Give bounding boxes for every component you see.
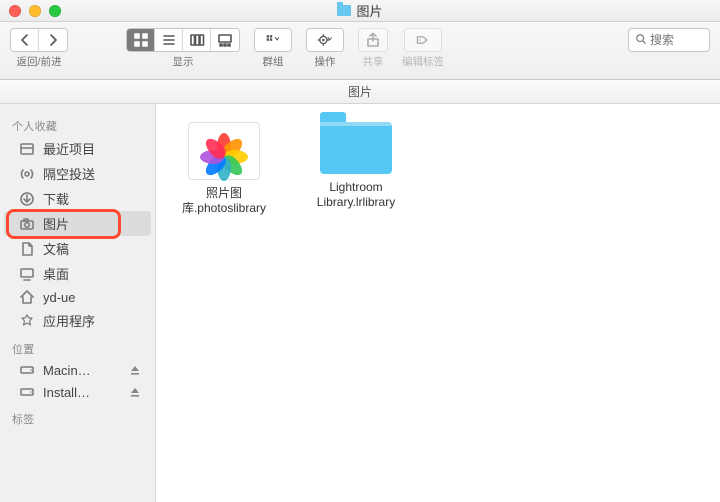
view-group: 显示 (126, 28, 240, 69)
sidebar-item-applications[interactable]: 应用程序 (4, 308, 151, 333)
nav-group: 返回/前进 (10, 28, 68, 69)
sidebar-item-label: 隔空投送 (43, 164, 95, 183)
window-title: 图片 (0, 1, 720, 20)
forward-button[interactable] (39, 29, 67, 51)
downloads-icon (18, 191, 36, 207)
desktop-icon (18, 266, 36, 282)
folder-icon (320, 122, 392, 174)
search-col: . (628, 28, 710, 66)
sidebar-item-pictures[interactable]: 图片 (4, 211, 151, 236)
disk-icon (18, 384, 36, 400)
search-input[interactable] (650, 33, 703, 47)
sidebar-item-desktop[interactable]: 桌面 (4, 261, 151, 286)
share-button[interactable] (359, 29, 387, 51)
search-field[interactable] (628, 28, 710, 52)
content-area[interactable]: 照片图 库.photoslibrary Lightroom Library.lr… (156, 104, 720, 502)
sidebar-header-locations: 位置 (0, 333, 155, 359)
sidebar-item-airdrop[interactable]: 隔空投送 (4, 161, 151, 186)
sidebar-item-label: Install… (43, 385, 90, 400)
sidebar-header-tags: 标签 (0, 403, 155, 429)
file-name: Lightroom Library.lrlibrary (296, 180, 416, 210)
sidebar-item-label: 桌面 (43, 264, 69, 283)
sidebar-item-label: 下载 (43, 189, 69, 208)
sidebar-item-disk-1[interactable]: Install… (4, 381, 151, 403)
path-text: 图片 (348, 83, 372, 100)
action-button[interactable] (307, 29, 343, 51)
applications-icon (18, 313, 36, 329)
toolbar: 返回/前进 显示 群组 操作 共享 编辑标签 (0, 22, 720, 80)
documents-icon (18, 241, 36, 257)
nav-label: 返回/前进 (17, 54, 62, 69)
sidebar-item-recents[interactable]: 最近项目 (4, 136, 151, 161)
sidebar-item-label: 最近项目 (43, 139, 95, 158)
back-button[interactable] (11, 29, 39, 51)
sidebar-item-disk-0[interactable]: Macin… (4, 359, 151, 381)
search-icon (635, 33, 647, 48)
photoslibrary-icon (188, 122, 260, 180)
file-item-photoslibrary[interactable]: 照片图 库.photoslibrary (172, 122, 276, 216)
body: 个人收藏 最近项目 隔空投送 下载 图片 文稿 (0, 104, 720, 502)
gallery-view-button[interactable] (211, 29, 239, 51)
sidebar-item-label: yd-ue (43, 290, 76, 305)
recents-icon (18, 141, 36, 157)
tags-label: 编辑标签 (402, 54, 444, 69)
group-col: 群组 (254, 28, 292, 69)
sidebar-item-label: 应用程序 (43, 311, 95, 330)
folder-icon (337, 5, 351, 16)
sidebar-item-downloads[interactable]: 下载 (4, 186, 151, 211)
file-item-lightroom[interactable]: Lightroom Library.lrlibrary (304, 122, 408, 210)
action-col: 操作 (306, 28, 344, 69)
titlebar: 图片 (0, 0, 720, 22)
list-view-button[interactable] (155, 29, 183, 51)
sidebar-header-favorites: 个人收藏 (0, 110, 155, 136)
group-button[interactable] (255, 29, 291, 51)
path-bar: 图片 (0, 80, 720, 104)
finder-window: 图片 返回/前进 显示 群组 操作 (0, 0, 720, 502)
camera-icon (18, 216, 36, 232)
sidebar-item-documents[interactable]: 文稿 (4, 236, 151, 261)
icon-view-button[interactable] (127, 29, 155, 51)
disk-icon (18, 362, 36, 378)
view-label: 显示 (173, 54, 194, 69)
eject-icon[interactable] (129, 364, 141, 376)
sidebar-item-home[interactable]: yd-ue (4, 286, 151, 308)
action-label: 操作 (315, 54, 336, 69)
eject-icon[interactable] (129, 386, 141, 398)
column-view-button[interactable] (183, 29, 211, 51)
sidebar-item-label: 图片 (43, 214, 69, 233)
window-title-text: 图片 (356, 1, 382, 20)
file-name: 照片图 库.photoslibrary (164, 186, 284, 216)
sidebar-item-label: 文稿 (43, 239, 69, 258)
tags-col: 编辑标签 (402, 28, 444, 69)
group-label: 群组 (263, 54, 284, 69)
home-icon (18, 289, 36, 305)
share-label: 共享 (363, 54, 384, 69)
sidebar-item-label: Macin… (43, 363, 91, 378)
tags-button[interactable] (405, 29, 441, 51)
sidebar: 个人收藏 最近项目 隔空投送 下载 图片 文稿 (0, 104, 156, 502)
share-col: 共享 (358, 28, 388, 69)
airdrop-icon (18, 166, 36, 182)
